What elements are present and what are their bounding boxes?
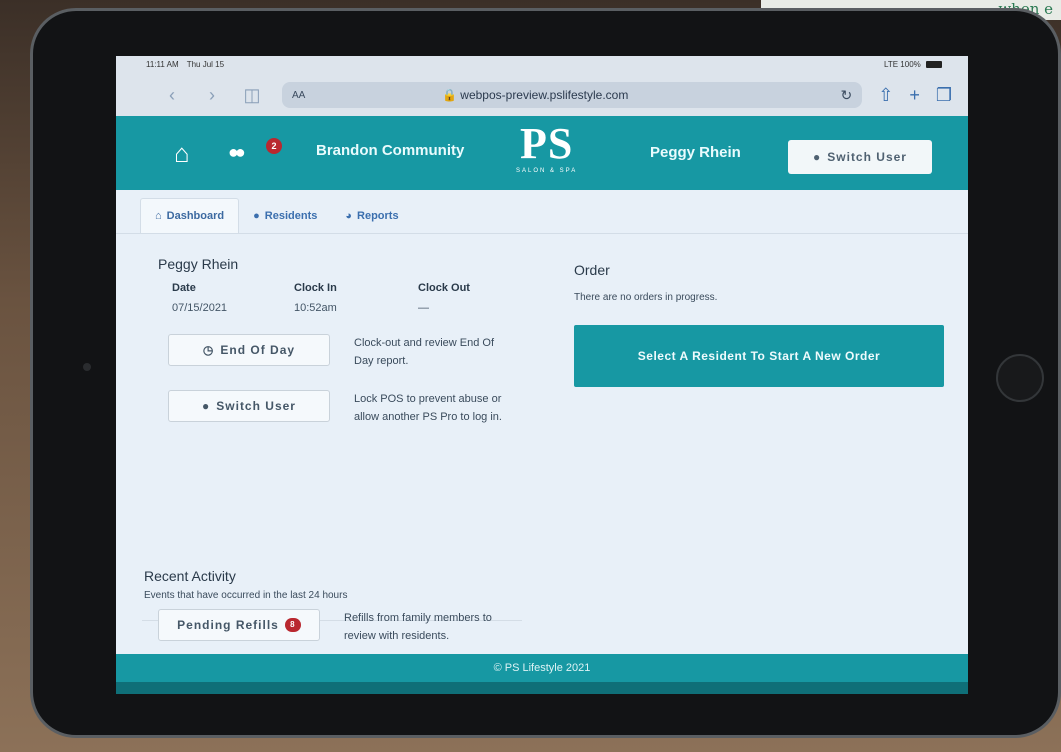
footer: © PS Lifestyle 2021 xyxy=(116,654,968,682)
chart-pie-icon: ◕ xyxy=(345,209,353,222)
home-icon: ⌂ xyxy=(155,210,162,222)
forward-icon[interactable]: › xyxy=(192,85,232,106)
bookmarks-icon[interactable]: ◫ xyxy=(232,85,272,106)
main-content: ⌂ Dashboard ● Residents ◕ Reports Peggy … xyxy=(116,190,968,664)
status-date: Thu Jul 15 xyxy=(186,60,225,69)
timecard-name: Peggy Rhein xyxy=(158,256,239,272)
recent-activity-title: Recent Activity xyxy=(144,568,236,584)
tab-residents[interactable]: ● Residents xyxy=(239,198,331,233)
header-switch-user-button[interactable]: ● Switch User xyxy=(788,140,932,174)
switch-user-row: ● Switch User Lock POS to prevent abuse … xyxy=(168,390,526,426)
switch-user-description: Lock POS to prevent abuse or allow anoth… xyxy=(354,393,502,423)
ps-logo: PS SALON & SPA xyxy=(516,119,578,175)
end-of-day-button[interactable]: ◷ End Of Day xyxy=(168,334,330,366)
clockout-value: — xyxy=(418,302,429,314)
new-tab-icon[interactable]: + xyxy=(909,85,920,106)
status-signal: LTE 100% xyxy=(884,60,921,69)
pending-refills-badge: 8 xyxy=(284,618,301,632)
tabs-icon[interactable]: ❐ xyxy=(936,85,952,106)
users-icon: ● xyxy=(253,209,260,222)
end-of-day-row: ◷ End Of Day Clock-out and review End Of… xyxy=(168,334,526,370)
home-icon[interactable]: ⌂ xyxy=(174,138,190,169)
date-value: 07/15/2021 xyxy=(172,302,228,314)
timecard-panel: Peggy Rhein Date Clock In Clock Out 07/1… xyxy=(146,256,526,426)
recent-activity-subtitle: Events that have occurred in the last 24… xyxy=(144,590,348,601)
text-size-button[interactable]: AA xyxy=(292,90,442,101)
address-bar[interactable]: AA 🔒 webpos-preview.pslifestyle.com ↻ xyxy=(282,82,863,108)
status-bar: 11:11 AM Thu Jul 15 LTE 100% xyxy=(116,56,968,74)
clockin-value: 10:52am xyxy=(294,302,337,314)
order-panel: Order There are no orders in progress. S… xyxy=(574,262,946,387)
order-title: Order xyxy=(574,262,610,278)
url-text: 🔒 webpos-preview.pslifestyle.com xyxy=(442,88,629,102)
end-of-day-description: Clock-out and review End Of Day report. xyxy=(354,337,495,367)
pending-refills-button[interactable]: Pending Refills 8 xyxy=(158,609,320,641)
clockin-header: Clock In xyxy=(294,282,337,294)
status-time: 11:11 AM xyxy=(146,60,179,69)
order-empty-text: There are no orders in progress. xyxy=(574,292,718,303)
pending-refills-description: Refills from family members to review wi… xyxy=(344,612,492,642)
back-icon[interactable]: ‹ xyxy=(152,85,192,106)
battery-icon xyxy=(926,61,942,69)
tab-reports[interactable]: ◕ Reports xyxy=(331,198,412,233)
camera-dot xyxy=(83,363,91,371)
tab-dashboard[interactable]: ⌂ Dashboard xyxy=(140,198,240,233)
footer-base xyxy=(116,682,968,694)
user-icon: ● xyxy=(202,399,211,413)
community-name[interactable]: Brandon Community xyxy=(316,142,464,159)
logo-subtitle: SALON & SPA xyxy=(516,168,578,174)
date-header: Date xyxy=(172,282,196,294)
home-button[interactable] xyxy=(996,354,1044,402)
timecard-grid: Date Clock In Clock Out 07/15/2021 10:52… xyxy=(172,282,526,314)
clock-icon: ◷ xyxy=(202,343,215,357)
residents-badge: 2 xyxy=(266,138,282,154)
switch-user-button[interactable]: ● Switch User xyxy=(168,390,330,422)
residents-icon[interactable]: ●● xyxy=(228,142,246,163)
tab-bar: ⌂ Dashboard ● Residents ◕ Reports xyxy=(116,190,968,234)
share-icon[interactable]: ⇧ xyxy=(878,85,893,106)
reload-icon[interactable]: ↻ xyxy=(841,87,853,104)
logo-text: PS xyxy=(519,119,574,168)
header-user-name: Peggy Rhein xyxy=(650,144,741,161)
screen: 11:11 AM Thu Jul 15 LTE 100% ‹ › ◫ AA 🔒 … xyxy=(116,56,968,694)
user-icon: ● xyxy=(813,150,822,164)
app-header: ⌂ ●● 2 Brandon Community PS SALON & SPA … xyxy=(116,116,968,190)
pending-refills-row: Pending Refills 8 Refills from family me… xyxy=(158,609,544,645)
start-new-order-button[interactable]: Select A Resident To Start A New Order xyxy=(574,325,944,387)
browser-toolbar: ‹ › ◫ AA 🔒 webpos-preview.pslifestyle.co… xyxy=(116,74,968,116)
recent-activity: Recent Activity Events that have occurre… xyxy=(144,568,544,645)
clockout-header: Clock Out xyxy=(418,282,470,294)
